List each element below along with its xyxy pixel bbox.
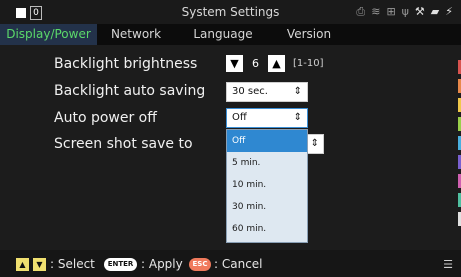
usb-icon: ψ (401, 5, 409, 18)
backlight-auto-saving-value: 30 sec. (232, 86, 268, 97)
status-icons: ⎙ ≋ ⊞ ψ ⚒ ▰ ⚡ (356, 5, 453, 19)
apply-hint: : Apply (141, 257, 183, 271)
dropdown-option[interactable]: 60 min. (227, 218, 307, 240)
dropdown-option[interactable]: Off (227, 130, 307, 152)
dropdown-option[interactable]: 10 min. (227, 174, 307, 196)
tab-version[interactable]: Version (271, 24, 347, 45)
backlight-brightness-label: Backlight brightness (54, 56, 198, 72)
down-arrow-key-icon: ▼ (33, 258, 46, 271)
select-hint: : Select (50, 257, 95, 271)
tab-bar: Display/Power Network Language Version (0, 24, 461, 45)
printer-icon: ⎙ (356, 5, 366, 18)
cancel-hint: : Cancel (214, 257, 263, 271)
dropdown-option[interactable]: 30 min. (227, 196, 307, 218)
backlight-auto-saving-label: Backlight auto saving (54, 83, 206, 99)
decrease-button[interactable]: ▼ (226, 55, 243, 72)
auto-power-off-dropdown: Off 5 min. 10 min. 30 min. 60 min. (226, 129, 308, 243)
brightness-value: 6 (252, 57, 259, 70)
auto-power-off-label: Auto power off (54, 110, 157, 126)
network-icon: ⊞ (386, 5, 396, 18)
increase-button[interactable]: ▲ (268, 55, 285, 72)
auto-power-off-value: Off (232, 112, 247, 123)
power-icon: ⚡ (445, 5, 453, 18)
menu-icon[interactable]: ☰ (443, 258, 453, 271)
tab-language[interactable]: Language (175, 24, 271, 45)
sd-card-icon: ▰ (430, 5, 440, 18)
dropdown-option[interactable]: 5 min. (227, 152, 307, 174)
backlight-auto-saving-select[interactable]: 30 sec. ⇕ (226, 82, 308, 102)
tab-network[interactable]: Network (97, 24, 175, 45)
esc-key-icon: ESC (189, 258, 211, 271)
up-arrow-key-icon: ▲ (16, 258, 29, 271)
chevron-updown-icon: ⇕ (310, 138, 319, 149)
chevron-updown-icon: ⇕ (293, 86, 302, 97)
title-bar: 0 System Settings ⎙ ≋ ⊞ ψ ⚒ ▰ ⚡ (0, 0, 461, 24)
tab-display-power[interactable]: Display/Power (0, 24, 97, 45)
chevron-updown-icon: ⇕ (293, 112, 302, 123)
brightness-stepper[interactable]: ▼ 6 ▲ [1-10] (226, 55, 324, 72)
tools-icon: ⚒ (414, 5, 425, 18)
wifi-icon: ≋ (371, 5, 381, 18)
screen-shot-save-label: Screen shot save to (54, 136, 193, 152)
screen-shot-save-select[interactable]: ⇕ (306, 134, 324, 154)
enter-key-icon: ENTER (104, 258, 137, 271)
auto-power-off-select[interactable]: Off ⇕ (226, 108, 308, 128)
brightness-range: [1-10] (293, 58, 324, 69)
footer-hints: ▲ ▼ : Select ENTER : Apply ESC : Cancel … (0, 250, 461, 277)
